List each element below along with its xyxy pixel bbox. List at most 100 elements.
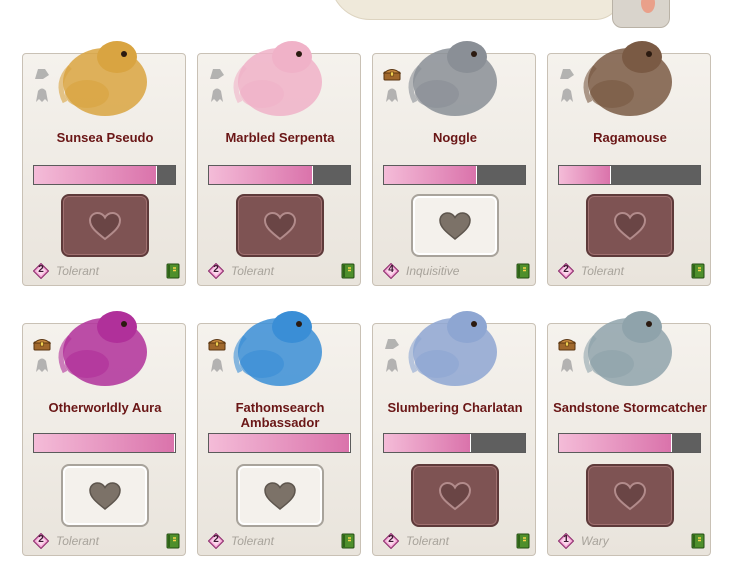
familiar-art (395, 292, 515, 397)
card-footer: 2 Tolerant (208, 263, 358, 279)
background-cloud (330, 0, 622, 20)
ghost-familiar-icon (558, 357, 576, 372)
bestiary-book-icon[interactable] (165, 533, 181, 549)
familiar-card: Noggle 4 Inquisitive (372, 41, 536, 286)
level-badge-icon: 2 (558, 263, 574, 279)
ghost-familiar-icon (558, 87, 576, 102)
bond-meter (208, 165, 351, 185)
bond-meter-fill (384, 166, 478, 184)
level-badge-icon: 2 (33, 263, 49, 279)
familiar-card: Marbled Serpenta 2 Tolerant (197, 41, 361, 286)
level-number: 4 (388, 264, 394, 275)
bond-meter-fill (34, 434, 175, 452)
level-badge-icon: 2 (208, 263, 224, 279)
card-footer: 2 Tolerant (558, 263, 708, 279)
bestiary-book-icon[interactable] (690, 263, 706, 279)
ghost-familiar-icon (383, 357, 401, 372)
pet-familiar-button[interactable] (236, 464, 324, 527)
card-footer: 4 Inquisitive (383, 263, 533, 279)
bond-meter (383, 165, 526, 185)
bond-meter (33, 433, 176, 453)
treasure-chest-icon (32, 337, 52, 351)
bestiary-book-icon[interactable] (165, 263, 181, 279)
familiar-name: Marbled Serpenta (225, 130, 335, 145)
level-number: 2 (563, 264, 569, 275)
familiar-card: Slumbering Charlatan 2 Tolerant (372, 311, 536, 556)
familiar-name: Sunsea Pseudo (56, 130, 154, 145)
familiar-name: Noggle (432, 130, 478, 145)
pet-familiar-button[interactable] (236, 194, 324, 257)
card-footer: 2 Tolerant (383, 533, 533, 549)
bond-meter (558, 165, 701, 185)
card-footer: 2 Tolerant (208, 533, 358, 549)
heart-icon (88, 211, 122, 240)
level-badge-icon: 2 (33, 533, 49, 549)
familiar-art (570, 22, 690, 127)
level-badge-icon: 4 (383, 263, 399, 279)
heart-icon (613, 481, 647, 510)
level-number: 1 (563, 534, 569, 545)
level-number: 2 (213, 264, 219, 275)
level-badge-icon: 1 (558, 533, 574, 549)
ghost-familiar-icon (33, 87, 51, 102)
familiar-name: Sandstone Stormcatcher (553, 400, 707, 415)
grey-art-icon (208, 67, 226, 81)
ghost-familiar-icon (383, 87, 401, 102)
pet-familiar-button[interactable] (586, 194, 674, 257)
level-number: 2 (38, 264, 44, 275)
familiar-card: Ragamouse 2 Tolerant (547, 41, 711, 286)
bestiary-book-icon[interactable] (340, 263, 356, 279)
bestiary-book-icon[interactable] (515, 263, 531, 279)
pet-familiar-button[interactable] (411, 194, 499, 257)
level-number: 2 (213, 534, 219, 545)
bestiary-book-icon[interactable] (515, 533, 531, 549)
familiar-art (220, 292, 340, 397)
familiar-name: Slumbering Charlatan (387, 400, 523, 415)
ghost-familiar-icon (208, 357, 226, 372)
level-badge-icon: 2 (383, 533, 399, 549)
bond-meter-fill (559, 166, 612, 184)
level-badge-icon: 2 (208, 533, 224, 549)
card-footer: 1 Wary (558, 533, 708, 549)
familiar-art (395, 22, 515, 127)
pet-familiar-button[interactable] (61, 464, 149, 527)
ghost-familiar-icon (208, 87, 226, 102)
temperament-label: Wary (581, 534, 609, 548)
bestiary-book-icon[interactable] (340, 533, 356, 549)
temperament-label: Tolerant (56, 264, 99, 278)
heart-icon (263, 211, 297, 240)
pet-familiar-button[interactable] (61, 194, 149, 257)
bond-meter (208, 433, 351, 453)
familiar-art (570, 292, 690, 397)
grey-art-icon (558, 67, 576, 81)
familiar-name: Ragamouse (593, 130, 667, 145)
temperament-label: Tolerant (56, 534, 99, 548)
pet-familiar-button[interactable] (586, 464, 674, 527)
familiar-card: Otherworldly Aura 2 Tolerant (22, 311, 186, 556)
bond-meter (383, 433, 526, 453)
treasure-chest-icon (557, 337, 577, 351)
heart-icon (438, 481, 472, 510)
temperament-label: Inquisitive (406, 264, 460, 278)
temperament-label: Tolerant (581, 264, 624, 278)
heart-icon (439, 211, 471, 240)
bond-meter-fill (34, 166, 157, 184)
bond-meter-fill (559, 434, 672, 452)
heart-icon (613, 211, 647, 240)
bestiary-book-icon[interactable] (690, 533, 706, 549)
heart-icon (89, 481, 121, 510)
familiar-card: Fathomsearch Ambassador 2 Tolerant (197, 311, 361, 556)
treasure-chest-icon (382, 67, 402, 81)
treasure-chest-icon (207, 337, 227, 351)
familiar-name: Fathomsearch Ambassador (235, 400, 325, 430)
familiar-card: Sandstone Stormcatcher 1 Wary (547, 311, 711, 556)
ghost-familiar-icon (33, 357, 51, 372)
bond-meter (558, 433, 701, 453)
bond-meter-fill (384, 434, 472, 452)
familiar-art (45, 292, 165, 397)
bond-meter (33, 165, 176, 185)
temperament-label: Tolerant (231, 264, 274, 278)
temperament-label: Tolerant (406, 534, 449, 548)
pet-familiar-button[interactable] (411, 464, 499, 527)
card-footer: 2 Tolerant (33, 263, 183, 279)
